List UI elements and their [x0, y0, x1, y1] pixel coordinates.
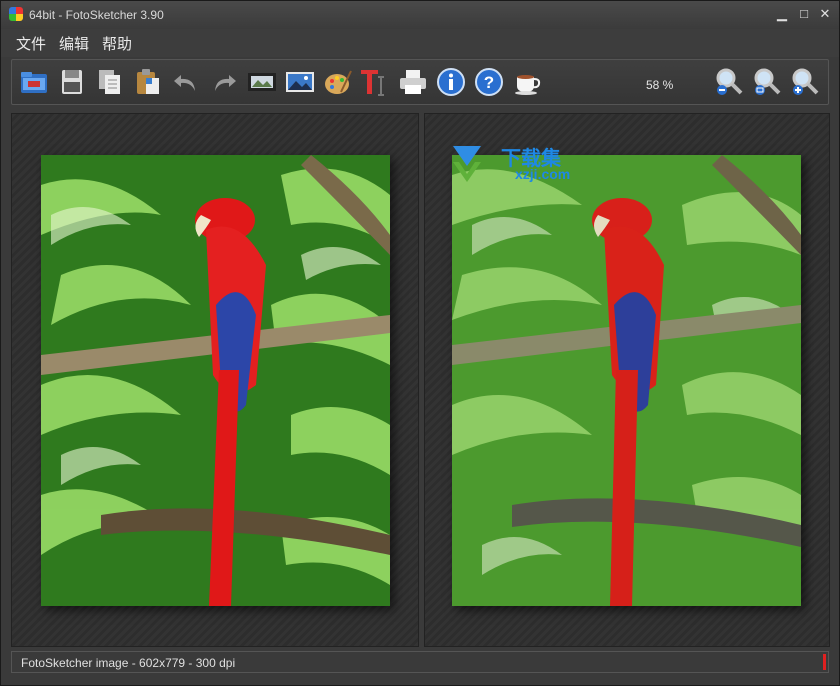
- batch-button[interactable]: [246, 66, 278, 98]
- info-icon: [437, 68, 465, 96]
- copy-button[interactable]: [94, 66, 126, 98]
- menu-file[interactable]: 文件: [14, 33, 48, 54]
- status-indicator: [823, 654, 826, 670]
- minimize-button[interactable]: ▁: [773, 6, 791, 22]
- save-button[interactable]: [56, 66, 88, 98]
- zoom-fit-icon: [754, 68, 781, 95]
- image-button[interactable]: [284, 66, 316, 98]
- paste-icon: [137, 69, 159, 94]
- app-window: 64bit - FotoSketcher 3.90 ▁ □ ✕ 文件 编辑 帮助: [0, 0, 840, 686]
- download-arrow-icon: [453, 146, 481, 182]
- print-button[interactable]: [397, 66, 429, 98]
- copy-icon: [99, 70, 120, 94]
- zoom-fit-button[interactable]: [751, 66, 783, 98]
- donate-button[interactable]: [511, 66, 543, 98]
- info-button[interactable]: [435, 66, 467, 98]
- open-folder-icon: [21, 72, 47, 93]
- original-image-panel[interactable]: [11, 113, 419, 647]
- redo-icon: [215, 75, 236, 91]
- menu-edit[interactable]: 编辑: [57, 33, 91, 54]
- coffee-cup-icon: [515, 75, 541, 95]
- zoom-in-button[interactable]: [789, 66, 821, 98]
- text-button[interactable]: [357, 66, 389, 98]
- filmstrip-icon: [248, 73, 276, 91]
- svg-text:?: ?: [484, 73, 494, 92]
- title-bar[interactable]: 64bit - FotoSketcher 3.90 ▁ □ ✕: [1, 1, 839, 29]
- help-button[interactable]: ?: [473, 66, 505, 98]
- original-photo[interactable]: [41, 155, 390, 606]
- open-button[interactable]: [18, 66, 50, 98]
- close-button[interactable]: ✕: [816, 6, 834, 22]
- zoom-level-readout: 58 %: [646, 78, 674, 92]
- window-title: 64bit - FotoSketcher 3.90: [29, 8, 164, 22]
- status-text: FotoSketcher image - 602x779 - 300 dpi: [21, 656, 236, 670]
- zoom-out-icon: [716, 68, 743, 95]
- site-watermark: 下载集 xzji.com: [449, 142, 589, 188]
- app-logo-icon: [9, 7, 23, 21]
- watermark-url: xzji.com: [515, 166, 571, 182]
- parrot-original-image: [41, 155, 390, 606]
- undo-button[interactable]: [170, 66, 202, 98]
- sketch-result-panel[interactable]: 下载集 xzji.com: [424, 113, 830, 647]
- save-icon: [62, 70, 82, 94]
- paste-button[interactable]: [132, 66, 164, 98]
- painted-photo[interactable]: [452, 155, 801, 606]
- redo-button[interactable]: [208, 66, 240, 98]
- picture-icon: [286, 72, 314, 92]
- undo-icon: [174, 75, 195, 91]
- zoom-in-icon: [792, 68, 819, 95]
- status-bar: FotoSketcher image - 602x779 - 300 dpi: [11, 651, 829, 673]
- maximize-button[interactable]: □: [795, 6, 813, 22]
- palette-icon: [325, 70, 352, 94]
- menu-bar: 文件 编辑 帮助: [1, 29, 839, 57]
- menu-help[interactable]: 帮助: [100, 33, 134, 54]
- parrot-painted-image: [452, 155, 801, 606]
- text-tool-icon: [361, 70, 384, 96]
- help-icon: ?: [475, 68, 503, 96]
- toolbar: ? 58 %: [11, 59, 829, 105]
- zoom-out-button[interactable]: [713, 66, 745, 98]
- palette-button[interactable]: [322, 66, 354, 98]
- printer-icon: [400, 70, 426, 94]
